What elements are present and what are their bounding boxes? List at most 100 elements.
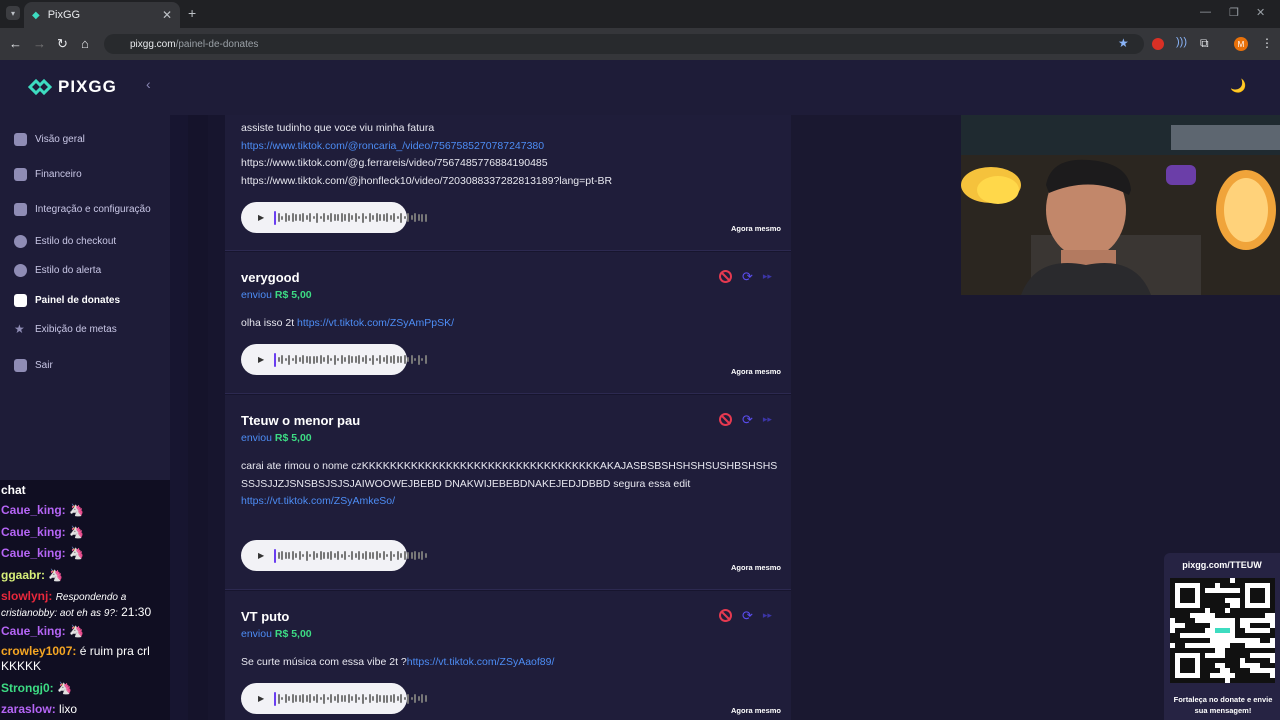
chat-user: Caue_king:: [1, 525, 66, 539]
waveform-bar: [281, 215, 284, 220]
browser-tab[interactable]: ◆ PixGG ✕: [24, 2, 180, 28]
browser-menu-icon[interactable]: ⋮: [1261, 36, 1273, 50]
sidebar-item-integracao[interactable]: Integração e configuração: [14, 203, 151, 216]
brand-logo[interactable]: PIXGG: [27, 77, 117, 97]
audio-player[interactable]: ▶: [241, 202, 427, 233]
waveform-bar: [393, 355, 396, 364]
close-tab-icon[interactable]: ✕: [162, 8, 172, 22]
waveform-bar: [302, 354, 305, 365]
audio-waveform[interactable]: [274, 548, 427, 563]
bookmark-star-icon[interactable]: ★: [1118, 36, 1129, 50]
skip-icon[interactable]: ▸▸: [763, 610, 772, 621]
message-link[interactable]: https://vt.tiktok.com/ZSyAmPpSK/: [297, 317, 454, 329]
reload-icon[interactable]: ↻: [57, 36, 68, 52]
waveform-bar: [410, 696, 413, 701]
sidebar-item-visao-geral[interactable]: Visão geral: [14, 133, 85, 146]
url-bar[interactable]: pixgg.com/painel-de-donates: [104, 34, 1144, 54]
profile-avatar[interactable]: M: [1234, 37, 1248, 51]
waveform-bar: [277, 212, 280, 223]
replay-icon[interactable]: ⟳: [742, 270, 753, 283]
waveform-bar: [288, 552, 291, 559]
audio-player[interactable]: ▶: [241, 540, 427, 571]
block-icon[interactable]: [719, 413, 732, 426]
chat-message: Caue_king: 🦄: [1, 546, 84, 560]
audio-player[interactable]: ▶: [241, 344, 427, 375]
audio-waveform[interactable]: [274, 352, 427, 367]
skip-icon[interactable]: ▸▸: [763, 271, 772, 282]
play-icon[interactable]: ▶: [258, 694, 264, 703]
tab-search-button[interactable]: ▾: [6, 6, 20, 20]
block-icon[interactable]: [719, 270, 732, 283]
waveform-bar: [323, 693, 326, 704]
cast-icon[interactable]: ))): [1176, 36, 1187, 48]
extension-red-icon[interactable]: [1152, 38, 1164, 50]
waveform-bar: [354, 693, 357, 704]
sidebar-item-financeiro[interactable]: Financeiro: [14, 168, 82, 181]
waveform-bar: [400, 693, 403, 704]
block-icon[interactable]: [719, 609, 732, 622]
replay-icon[interactable]: ⟳: [742, 413, 753, 426]
message-link[interactable]: https://vt.tiktok.com/ZSyAaof89/: [407, 656, 555, 668]
sidebar-item-estilo-alerta[interactable]: Estilo do alerta: [14, 264, 101, 277]
play-icon[interactable]: ▶: [258, 355, 264, 364]
waveform-bar: [396, 215, 399, 220]
logout-icon: [14, 359, 27, 372]
collapse-sidebar-icon[interactable]: ‹: [146, 76, 151, 92]
waveform-bar: [319, 216, 322, 219]
message-link[interactable]: https://vt.tiktok.com/ZSyAmkeSo/: [241, 495, 395, 507]
waveform-bar: [403, 551, 406, 560]
chat-user: zaraslow:: [1, 702, 56, 716]
sidebar-item-estilo-checkout[interactable]: Estilo do checkout: [14, 235, 116, 248]
waveform-bar: [309, 212, 312, 223]
sidebar-item-label: Integração e configuração: [35, 204, 151, 215]
sidebar-item-sair[interactable]: Sair: [14, 359, 53, 372]
waveform-bar: [288, 696, 291, 701]
waveform-bar: [274, 352, 277, 367]
donation-card: assiste tudinho que voce viu minha fatur…: [225, 115, 791, 251]
waveform-bar: [396, 355, 399, 364]
waveform-bar: [354, 355, 357, 364]
waveform-bar: [365, 697, 368, 700]
waveform-bar: [361, 693, 364, 704]
minimize-icon[interactable]: —: [1200, 6, 1211, 18]
skip-icon[interactable]: ▸▸: [763, 414, 772, 425]
chat-message: crowley1007: é ruim pra crl KKKKK: [1, 644, 181, 674]
url-path: /painel-de-donates: [175, 38, 259, 50]
waveform-bar: [305, 695, 308, 702]
forward-icon[interactable]: →: [33, 36, 46, 51]
audio-player[interactable]: ▶: [241, 683, 427, 714]
replay-icon[interactable]: ⟳: [742, 609, 753, 622]
waveform-bar: [403, 697, 406, 700]
waveform-bar: [281, 551, 284, 560]
waveform-bar: [340, 694, 343, 703]
audio-waveform[interactable]: [274, 210, 427, 225]
extensions-puzzle-icon[interactable]: ⧉: [1200, 36, 1209, 51]
qr-code: [1170, 578, 1275, 683]
back-icon[interactable]: ←: [9, 36, 22, 51]
audio-waveform[interactable]: [274, 691, 427, 706]
play-icon[interactable]: ▶: [258, 213, 264, 222]
waveform-bar: [337, 357, 340, 362]
waveform-bar: [365, 354, 368, 365]
new-tab-button[interactable]: +: [188, 5, 196, 21]
chat-text: 21:30: [121, 605, 152, 619]
url-domain: pixgg.com: [130, 38, 176, 50]
sidebar-item-painel-donates[interactable]: Painel de donates: [14, 294, 120, 307]
restore-icon[interactable]: ❐: [1229, 6, 1239, 19]
close-window-icon[interactable]: ✕: [1256, 6, 1265, 19]
waveform-bar: [372, 552, 375, 559]
waveform-bar: [337, 213, 340, 222]
donation-message: Se curte música com essa vibe 2t ?https:…: [241, 654, 781, 672]
theme-toggle-moon-icon[interactable]: 🌙: [1230, 78, 1246, 94]
sidebar-item-metas[interactable]: ★ Exibição de metas: [14, 323, 117, 336]
waveform-bar: [337, 694, 340, 703]
message-link[interactable]: https://www.tiktok.com/@roncaria_/video/…: [241, 140, 544, 152]
waveform-bar: [333, 214, 336, 221]
waveform-bar: [284, 357, 287, 362]
waveform-bar: [333, 695, 336, 702]
qr-code-image: [1170, 578, 1275, 683]
waveform-bar: [312, 355, 315, 364]
waveform-bar: [323, 212, 326, 223]
home-icon[interactable]: ⌂: [81, 36, 89, 51]
play-icon[interactable]: ▶: [258, 551, 264, 560]
